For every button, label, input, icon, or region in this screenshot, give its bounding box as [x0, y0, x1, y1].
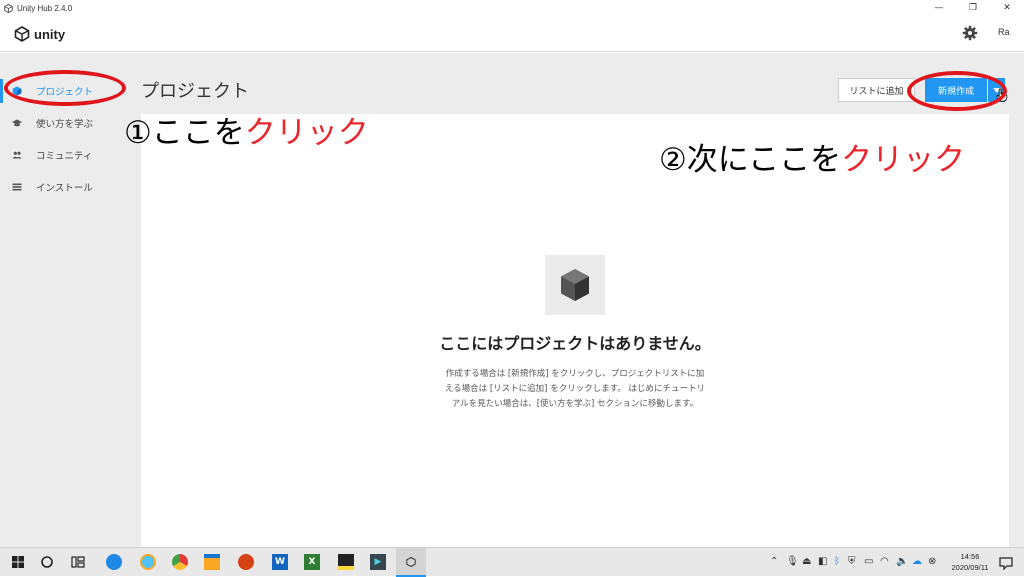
sidebar-item-label: インストール	[36, 183, 93, 194]
annotation-step-1-prefix: ①ここを	[124, 115, 245, 151]
search-icon[interactable]	[39, 554, 55, 570]
task-view-icon[interactable]	[70, 554, 86, 570]
taskbar-unity-hub-active[interactable]	[396, 548, 426, 577]
annotation-step-2-emphasis: クリック	[841, 142, 966, 178]
clock-time: 14:56	[960, 552, 980, 561]
cube-icon	[561, 269, 589, 301]
cloud-icon[interactable]: ☁	[912, 556, 922, 567]
empty-state-description-line: 作成する場合は [新規作成] をクリックし、プロジェクトリストに加	[445, 369, 705, 379]
file-explorer-icon[interactable]	[204, 554, 220, 570]
unity-app-icon	[406, 557, 416, 567]
page-title: プロジェクト	[141, 81, 249, 102]
sidebar-item-community[interactable]: コミュニティ	[0, 143, 130, 167]
sidebar-item-label: 使い方を学ぶ	[36, 119, 94, 130]
minimize-button[interactable]: —	[922, 0, 956, 16]
window-controls: — ❐ ✕	[922, 0, 1024, 16]
title-bar: Unity Hub 2.4.0 — ❐ ✕	[0, 0, 1024, 16]
highlight-ring-new-button	[907, 71, 1007, 111]
unity-logo-icon	[14, 26, 30, 42]
notification-icon[interactable]	[998, 555, 1014, 571]
window-title: Unity Hub 2.4.0	[17, 3, 73, 13]
sidebar-item-label: コミュニティ	[36, 151, 93, 162]
annotation-step-2: ②次にここをクリック	[659, 134, 965, 179]
unity-logo-text: unity	[34, 26, 66, 42]
microphone-icon[interactable]: 🎙	[786, 556, 799, 567]
empty-state-description-line: える場合は [リストに追加] をクリックします。 はじめにチュートリ	[444, 384, 706, 394]
active-indicator	[0, 79, 3, 103]
highlight-ring-projects	[4, 70, 126, 106]
graduation-cap-icon	[12, 118, 22, 128]
chrome-icon[interactable]	[172, 554, 188, 570]
internet-explorer-icon[interactable]	[140, 554, 156, 570]
battery-icon[interactable]: ▭	[864, 556, 873, 567]
people-icon	[12, 150, 22, 160]
word-icon[interactable]: W	[272, 554, 288, 570]
list-icon	[12, 182, 22, 192]
account-avatar[interactable]: Ra	[998, 27, 1010, 37]
shield-icon[interactable]: ⛨	[848, 556, 856, 567]
chevron-up-icon[interactable]: ⌃	[770, 556, 778, 567]
gear-icon[interactable]	[962, 25, 978, 41]
app-tray-icon[interactable]: ◧	[818, 556, 827, 567]
windows-start-icon[interactable]	[10, 554, 26, 570]
sidebar-item-learn[interactable]: 使い方を学ぶ	[0, 111, 130, 135]
sticky-notes-icon[interactable]	[338, 554, 354, 570]
taskbar-clock[interactable]: 14:56 2020/09/11	[950, 551, 990, 573]
annotation-step-1: ①ここをクリック	[124, 107, 369, 152]
sync-icon[interactable]: ⊗	[928, 556, 936, 567]
unity-app-icon	[4, 3, 13, 13]
bluetooth-icon[interactable]: ᛒ	[834, 556, 840, 567]
windows-taskbar: W X ▶ ⌃ 🎙 ⏏ ◧ ᛒ ⛨ ▭ ◠ 🔈 ☁ ⊗ 14:56 2020/0…	[0, 547, 1024, 577]
empty-state-icon-box	[545, 255, 605, 315]
empty-state-description-line: アルを見たい場合は、[使い方を学ぶ] セクションに移動します。	[451, 399, 699, 409]
wifi-icon[interactable]: ◠	[880, 556, 889, 567]
clock-date: 2020/09/11	[951, 563, 989, 572]
media-app-icon[interactable]: ▶	[370, 554, 386, 570]
empty-state-title: ここにはプロジェクトはありません。	[439, 334, 711, 353]
volume-icon[interactable]: 🔈	[896, 556, 908, 567]
sidebar-item-installs[interactable]: インストール	[0, 175, 130, 199]
restore-button[interactable]: ❐	[956, 0, 990, 16]
annotation-step-2-prefix: ②次にここを	[659, 142, 842, 178]
usb-icon[interactable]: ⏏	[802, 556, 811, 567]
add-to-list-button[interactable]: リストに追加	[838, 78, 915, 102]
empty-state-description: 作成する場合は [新規作成] をクリックし、プロジェクトリストに加 える場合は …	[415, 367, 735, 412]
excel-icon[interactable]: X	[304, 554, 320, 570]
edge-icon[interactable]	[106, 554, 122, 570]
annotation-step-1-emphasis: クリック	[244, 115, 369, 151]
powerpoint-icon[interactable]	[238, 554, 254, 570]
close-button[interactable]: ✕	[990, 0, 1024, 16]
app-header: unity Ra	[0, 16, 1024, 52]
unity-logo: unity	[14, 26, 65, 42]
